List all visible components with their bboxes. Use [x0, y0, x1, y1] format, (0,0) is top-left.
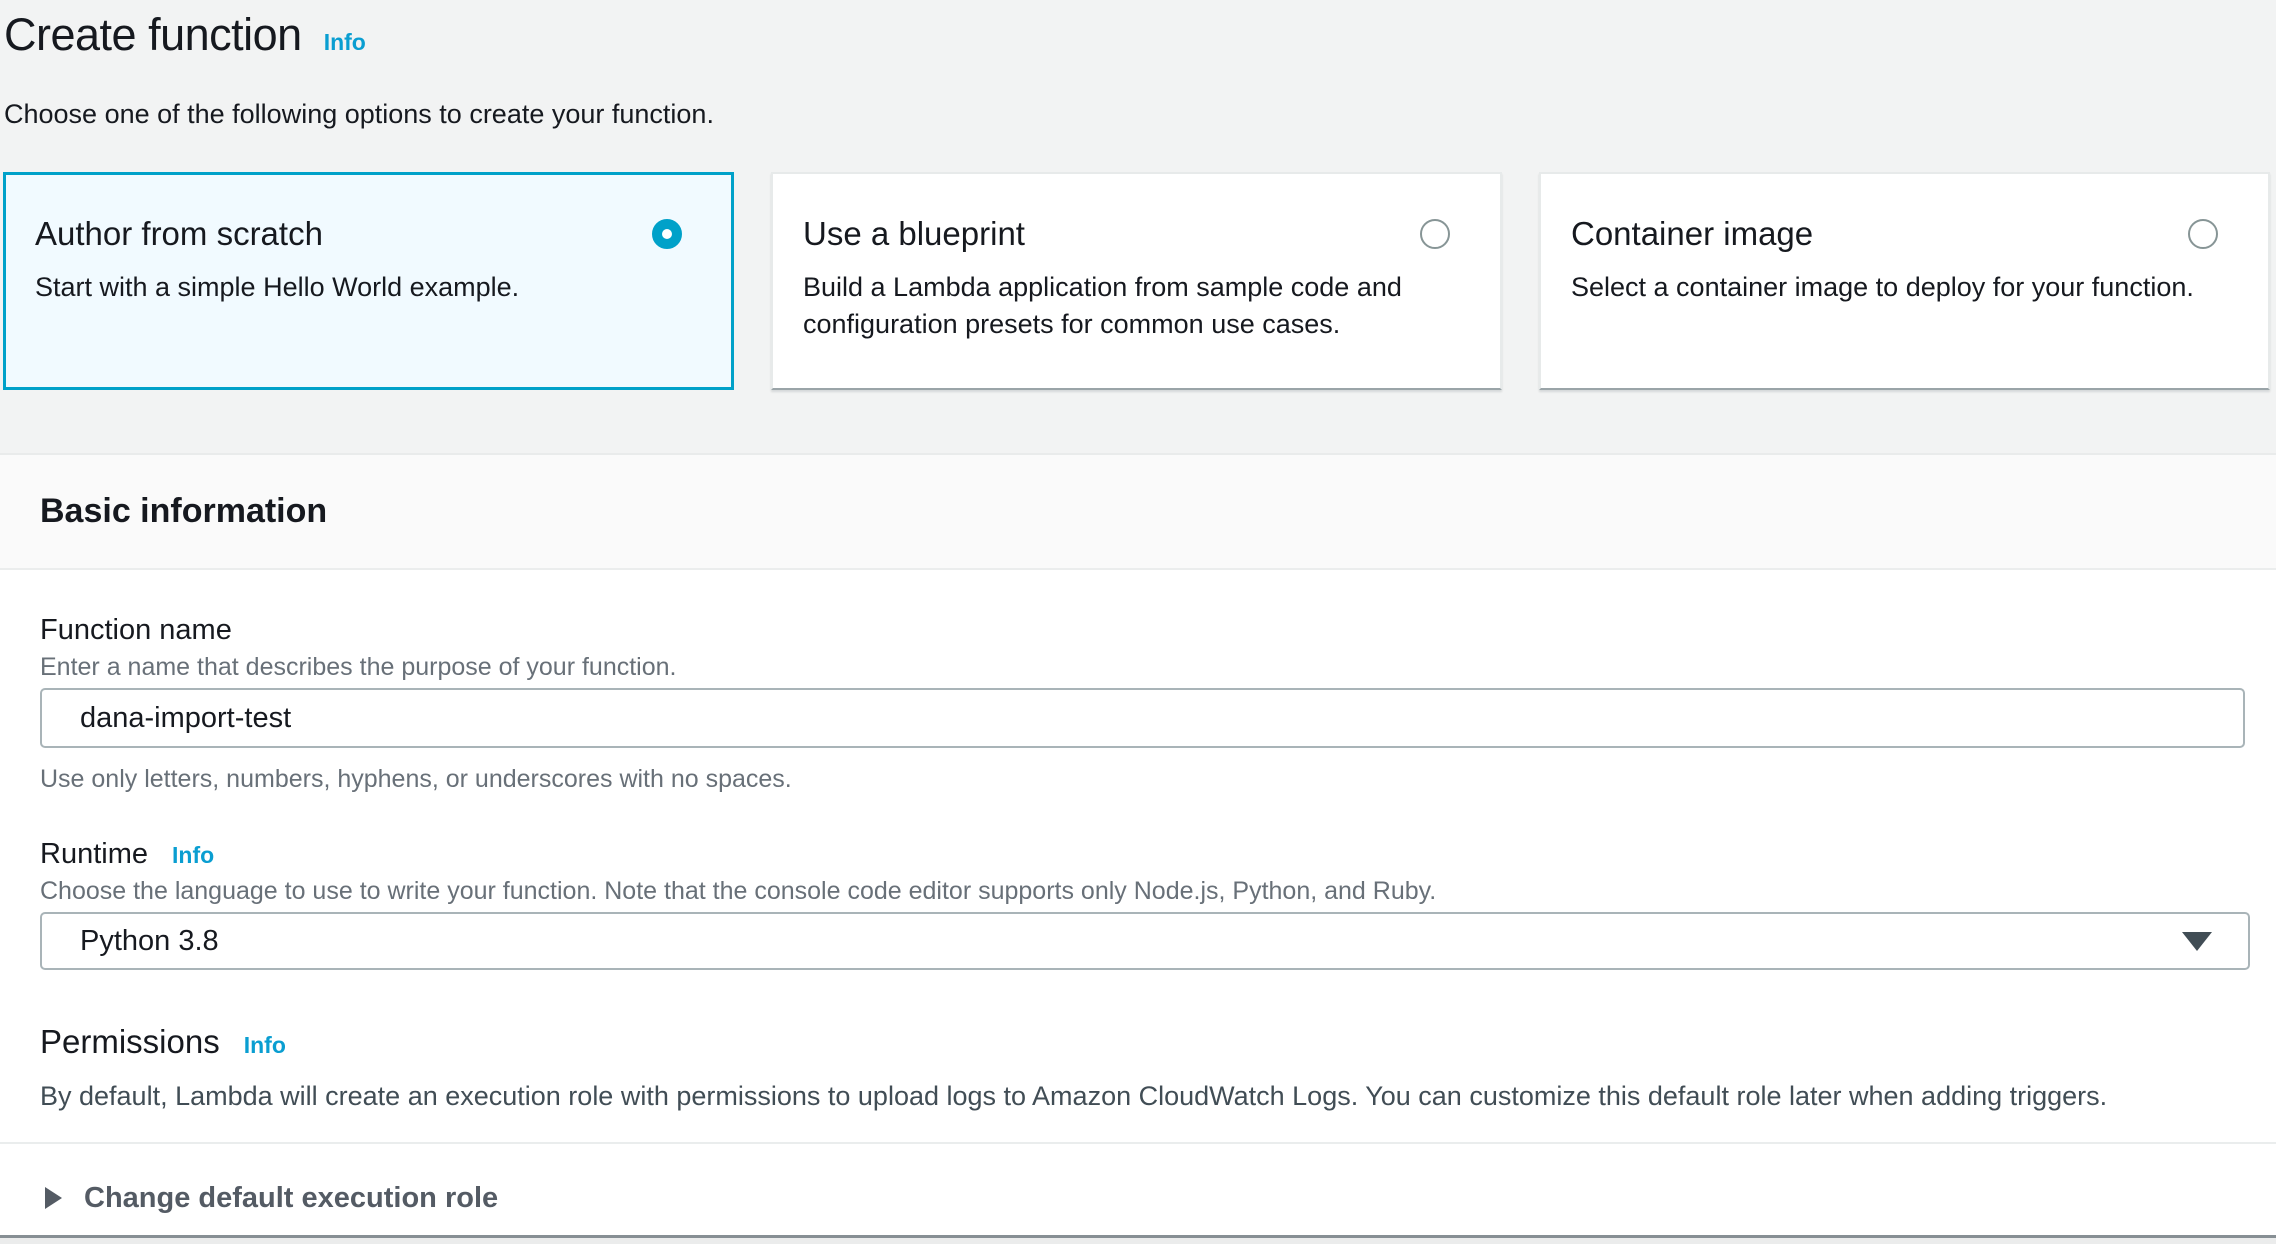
- function-name-input[interactable]: [40, 688, 2245, 748]
- option-card-use-a-blueprint[interactable]: Use a blueprint Build a Lambda applicati…: [771, 172, 1502, 390]
- permissions-info-link[interactable]: Info: [244, 1032, 286, 1059]
- page-subtitle: Choose one of the following options to c…: [4, 98, 2276, 130]
- form-fields: Function name Enter a name that describe…: [0, 570, 2276, 1112]
- chevron-down-icon: [2182, 932, 2212, 951]
- container-image-radio[interactable]: [2188, 219, 2218, 249]
- use-a-blueprint-radio[interactable]: [1420, 219, 1450, 249]
- function-name-label: Function name: [40, 570, 232, 648]
- function-name-constraint: Use only letters, numbers, hyphens, or u…: [40, 764, 2276, 794]
- function-name-description: Enter a name that describes the purpose …: [40, 652, 2276, 682]
- change-default-execution-role-expander[interactable]: Change default execution role: [0, 1144, 2276, 1235]
- runtime-selected-value: Python 3.8: [80, 925, 219, 958]
- basic-information-heading: Basic information: [40, 492, 327, 531]
- permissions-heading: Permissions: [40, 1020, 220, 1064]
- basic-information-panel-header: Basic information: [0, 453, 2276, 570]
- bottom-strip: [0, 1238, 2276, 1244]
- option-card-container-image[interactable]: Container image Select a container image…: [1539, 172, 2270, 390]
- page-title: Create function: [4, 6, 302, 64]
- basic-information-panel-body: Function name Enter a name that describe…: [0, 570, 2276, 1244]
- option-card-author-from-scratch[interactable]: Author from scratch Start with a simple …: [3, 172, 734, 390]
- author-from-scratch-radio[interactable]: [652, 219, 682, 249]
- card-title: Container image: [1571, 212, 1813, 256]
- card-description: Select a container image to deploy for y…: [1571, 269, 2196, 306]
- page-title-row: Create function Info: [4, 6, 2276, 64]
- card-head: Author from scratch: [35, 212, 690, 256]
- runtime-label-row: Runtime Info: [40, 794, 2276, 872]
- page-header: Create function Info Choose one of the f…: [0, 0, 2276, 130]
- card-title: Use a blueprint: [803, 212, 1025, 256]
- basic-information-panel: Basic information Function name Enter a …: [0, 453, 2276, 1244]
- runtime-description: Choose the language to use to write your…: [40, 876, 2276, 906]
- runtime-select[interactable]: Python 3.8: [40, 912, 2250, 970]
- create-function-info-link[interactable]: Info: [324, 29, 366, 56]
- creation-option-cards: Author from scratch Start with a simple …: [3, 172, 2270, 390]
- caret-right-icon: [45, 1187, 62, 1209]
- permissions-heading-row: Permissions Info: [40, 970, 2276, 1064]
- permissions-description: By default, Lambda will create an execut…: [40, 1080, 2276, 1112]
- runtime-label: Runtime: [40, 794, 148, 872]
- card-head: Use a blueprint: [803, 212, 1458, 256]
- card-description: Build a Lambda application from sample c…: [803, 269, 1428, 343]
- card-title: Author from scratch: [35, 212, 323, 256]
- runtime-info-link[interactable]: Info: [172, 842, 214, 869]
- card-description: Start with a simple Hello World example.: [35, 269, 660, 306]
- expander-label: Change default execution role: [84, 1180, 498, 1216]
- card-head: Container image: [1571, 212, 2226, 256]
